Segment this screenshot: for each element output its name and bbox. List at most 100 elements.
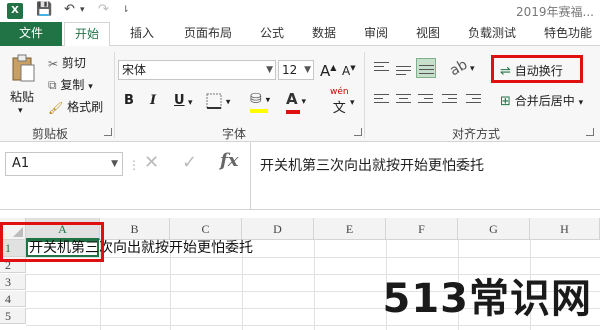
underline-dropdown-icon[interactable]: ▾ — [188, 98, 193, 108]
copy-icon: ⧉ — [48, 78, 57, 92]
shrink-font-label: A — [342, 64, 351, 78]
italic-button[interactable]: I — [150, 93, 156, 108]
tab-formulas[interactable]: 公式 — [252, 22, 292, 46]
bold-button[interactable]: B — [124, 93, 134, 108]
orientation-icon[interactable]: ab — [447, 57, 470, 80]
orientation-dropdown-icon[interactable]: ▾ — [470, 64, 475, 74]
name-box[interactable]: A1 ▼ — [5, 152, 123, 176]
undo-dropdown-icon[interactable]: ▾ — [80, 5, 85, 15]
divider — [364, 52, 365, 138]
tab-insert[interactable]: 插入 — [122, 22, 162, 46]
row-header-4[interactable]: 4 — [0, 291, 26, 307]
paint-bucket-icon: ⛁ — [250, 91, 262, 107]
phonetic-dropdown-icon[interactable]: ▾ — [350, 98, 355, 108]
column-header-h[interactable]: H — [530, 218, 600, 240]
tab-home[interactable]: 开始 — [64, 22, 110, 47]
align-top-icon[interactable] — [374, 62, 389, 75]
column-header-g[interactable]: G — [458, 218, 530, 240]
paste-dropdown-icon[interactable]: ▾ — [18, 106, 23, 116]
splitter-icon[interactable]: ⋮ — [128, 158, 140, 172]
border-icon — [206, 93, 222, 109]
column-header-e[interactable]: E — [314, 218, 386, 240]
align-middle-icon[interactable] — [396, 66, 411, 79]
column-header-d[interactable]: D — [242, 218, 314, 240]
font-size-value: 12 — [282, 63, 298, 77]
format-painter-button[interactable]: 🖌 格式刷 — [48, 98, 103, 115]
row-header-5[interactable]: 5 — [0, 308, 26, 324]
font-group-label: 字体 — [222, 127, 247, 141]
ribbon-tabs: 文件 开始 插入 页面布局 公式 数据 审阅 视图 负载测试 特色功能 — [0, 22, 600, 47]
scissors-icon: ✂ — [48, 56, 59, 71]
tab-load-test[interactable]: 负载测试 — [460, 22, 524, 46]
merge-center-button[interactable]: ⊞ 合并后居中 ▾ — [500, 92, 583, 109]
ribbon: 粘贴 ▾ ✂ 剪切 ⧉ 复制 ▾ 🖌 格式刷 剪贴板 宋体 ▼ 12 ▼ A▲ … — [0, 46, 600, 142]
enter-icon[interactable]: ✓ — [182, 152, 197, 173]
tab-page-layout[interactable]: 页面布局 — [176, 22, 240, 46]
clipboard-group-label: 剪贴板 — [32, 127, 69, 141]
formula-content: 开关机第三次向出就按开始更怕委托 — [260, 158, 484, 174]
format-painter-label: 格式刷 — [67, 100, 104, 114]
tab-review[interactable]: 审阅 — [356, 22, 396, 46]
align-bottom-icon — [419, 65, 434, 78]
font-name-select[interactable]: 宋体 ▼ — [118, 60, 276, 80]
align-bottom-button[interactable] — [416, 58, 436, 78]
merge-dropdown-icon[interactable]: ▾ — [579, 98, 584, 108]
font-color-label: A — [286, 90, 298, 108]
quick-access-toolbar: X 💾 ↶ ▾ ↷ ⇂ 2019年赛福... — [0, 0, 600, 22]
wrap-text-highlight — [491, 55, 583, 83]
gridline — [26, 325, 600, 326]
column-header-f[interactable]: F — [386, 218, 458, 240]
insert-function-icon[interactable]: fx — [220, 150, 238, 171]
row-header-3[interactable]: 3 — [0, 274, 26, 290]
undo-icon[interactable]: ↶ — [64, 2, 75, 17]
fill-color-button[interactable]: ⛁ ▾ — [250, 91, 270, 113]
gridline — [26, 257, 600, 258]
clipboard-launcher-icon[interactable] — [104, 128, 112, 136]
align-left-icon[interactable] — [374, 94, 389, 107]
shrink-font-button[interactable]: A▼ — [342, 64, 356, 78]
chevron-down-icon: ▼ — [111, 159, 118, 169]
column-header-b[interactable]: B — [100, 218, 170, 240]
font-size-select[interactable]: 12 ▼ — [278, 60, 314, 80]
font-color-swatch — [286, 110, 300, 114]
grow-font-button[interactable]: A▲ — [320, 62, 336, 80]
alignment-launcher-icon[interactable] — [586, 128, 594, 136]
font-name-value: 宋体 — [122, 63, 147, 77]
phonetic-button[interactable]: wén 文 — [330, 87, 349, 116]
decrease-indent-icon[interactable] — [442, 94, 457, 107]
column-a-highlight — [0, 222, 104, 262]
font-launcher-icon[interactable] — [354, 128, 362, 136]
redo-icon[interactable]: ↷ — [98, 2, 109, 17]
tab-special-features[interactable]: 特色功能 — [536, 22, 600, 46]
paste-icon[interactable] — [10, 54, 36, 84]
underline-button[interactable]: U — [174, 93, 185, 108]
chevron-down-icon: ▼ — [266, 65, 273, 75]
gridline — [314, 240, 315, 330]
watermark: 513常识网 — [382, 276, 592, 322]
window-title: 2019年赛福... — [516, 5, 594, 19]
increase-indent-icon[interactable] — [466, 94, 481, 107]
align-right-icon[interactable] — [418, 94, 433, 107]
tab-data[interactable]: 数据 — [304, 22, 344, 46]
tab-view[interactable]: 视图 — [408, 22, 448, 46]
customize-toolbar-icon[interactable]: ⇂ — [122, 5, 130, 15]
merge-center-label: 合并后居中 — [514, 94, 575, 108]
save-icon[interactable]: 💾 — [36, 2, 52, 17]
copy-button[interactable]: ⧉ 复制 ▾ — [48, 76, 93, 93]
tab-file[interactable]: 文件 — [0, 22, 62, 46]
alignment-group-label: 对齐方式 — [452, 127, 501, 141]
cancel-icon[interactable]: ✕ — [144, 152, 159, 173]
column-header-c[interactable]: C — [170, 218, 242, 240]
phonetic-char-label: 文 — [332, 101, 346, 116]
formula-input[interactable]: 开关机第三次向出就按开始更怕委托 — [250, 142, 600, 210]
borders-button[interactable]: ▾ — [206, 93, 230, 109]
cut-button[interactable]: ✂ 剪切 — [48, 54, 86, 71]
font-color-button[interactable]: A ▾ — [286, 90, 306, 114]
paste-button[interactable]: 粘贴 — [10, 88, 34, 105]
excel-logo-icon: X — [7, 3, 23, 19]
copy-dropdown-icon[interactable]: ▾ — [88, 82, 93, 92]
formula-bar: A1 ▼ ⋮ ✕ ✓ fx 开关机第三次向出就按开始更怕委托 — [0, 142, 600, 210]
align-center-icon[interactable] — [396, 94, 411, 107]
cut-label: 剪切 — [61, 56, 86, 70]
fill-color-swatch — [250, 109, 268, 113]
